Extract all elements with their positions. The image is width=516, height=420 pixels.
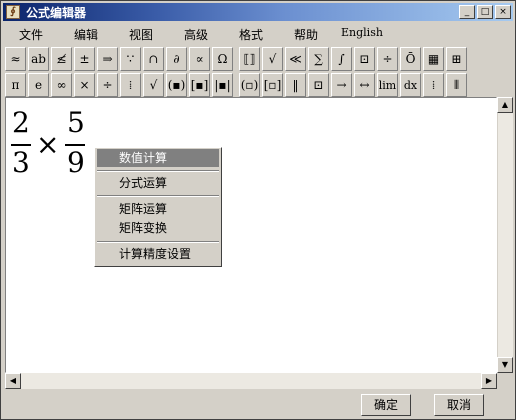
denominator-2: 9 [67, 146, 85, 179]
tool-integrals[interactable]: ∫ [331, 47, 352, 71]
tool-brackets-tall[interactable]: [▫] [262, 73, 283, 97]
tool-approx[interactable]: ≈ [5, 47, 26, 71]
window-title: 公式编辑器 [26, 5, 87, 20]
ctx-fraction-calc[interactable]: 分式运算 [97, 174, 219, 192]
tool-products[interactable]: Ō [400, 47, 421, 71]
scroll-down-button[interactable]: ▼ [497, 357, 513, 373]
vertical-scrollbar[interactable]: ▲ ▼ [497, 97, 513, 373]
tool-infinity[interactable]: ∞ [51, 73, 72, 97]
tool-e[interactable]: e [28, 73, 49, 97]
ctx-matrix-calc[interactable]: 矩阵运算 [97, 200, 219, 218]
tool-radicals[interactable]: √ [262, 47, 283, 71]
scroll-up-button[interactable]: ▲ [497, 97, 513, 113]
ctx-separator [97, 241, 219, 243]
tool-divide[interactable]: ÷ [97, 73, 118, 97]
tool-column[interactable]: ⁞ [423, 73, 444, 97]
tool-abs[interactable]: |▪| [212, 73, 233, 97]
tool-fraction[interactable]: ⁞ [120, 73, 141, 97]
tool-relations[interactable]: ≰ [51, 47, 72, 71]
menu-edit[interactable]: 编辑 [74, 26, 98, 43]
denominator-1: 3 [12, 146, 30, 179]
ok-button[interactable]: 确定 [361, 394, 411, 416]
ctx-numeric-calc[interactable]: 数值计算 [97, 149, 219, 167]
title-bar[interactable]: ∮ 公式编辑器 _ □ × [3, 3, 513, 21]
tool-sums[interactable]: ∑ [308, 47, 329, 71]
tool-misc[interactable]: ∂ [166, 47, 187, 71]
tool-fences[interactable]: ⟦⟧ [239, 47, 260, 71]
tool-norm[interactable]: ‖ [285, 73, 306, 97]
tool-matrices[interactable]: ▦ [423, 47, 444, 71]
menu-bar: 文件 编辑 视图 高级 格式 帮助 English [3, 23, 513, 43]
tool-dx[interactable]: dx [400, 73, 421, 97]
menu-english[interactable]: English [341, 26, 383, 39]
numerator-2: 5 [67, 106, 85, 139]
times-operator: × [36, 128, 60, 161]
tool-parens[interactable]: (▪) [166, 73, 187, 97]
scroll-right-button[interactable]: ▶ [481, 373, 497, 389]
tool-arrows[interactable]: ⇒ [97, 47, 118, 71]
horizontal-scrollbar[interactable]: ◀ ▶ [5, 373, 497, 389]
tool-logic[interactable]: ∵ [120, 47, 141, 71]
tool-bars[interactable]: ⊡ [354, 47, 375, 71]
tool-arrows-labeled[interactable]: ÷ [377, 47, 398, 71]
minimize-button[interactable]: _ [459, 5, 475, 19]
tool-boxes[interactable]: ⊞ [446, 47, 467, 71]
cancel-button[interactable]: 取消 [434, 394, 484, 416]
tool-pi[interactable]: π [5, 73, 26, 97]
tool-right-arrow[interactable]: → [331, 73, 352, 97]
tool-box[interactable]: ⊡ [308, 73, 329, 97]
menu-format[interactable]: 格式 [239, 26, 263, 43]
scroll-left-button[interactable]: ◀ [5, 373, 21, 389]
menu-help[interactable]: 帮助 [294, 26, 318, 43]
app-icon: ∮ [6, 5, 20, 19]
tool-scripts[interactable]: ≪ [285, 47, 306, 71]
tool-operators[interactable]: ± [74, 47, 95, 71]
tool-times[interactable]: × [74, 73, 95, 97]
tool-spacing[interactable]: ab [28, 47, 49, 71]
tool-parens-tall[interactable]: (▫) [239, 73, 260, 97]
numerator-1: 2 [12, 106, 30, 139]
tool-limit[interactable]: lim [377, 73, 398, 97]
menu-file[interactable]: 文件 [19, 26, 43, 43]
ctx-matrix-transform[interactable]: 矩阵变换 [97, 219, 219, 237]
tool-greek-lower[interactable]: ∝ [189, 47, 210, 71]
equation-editor-area[interactable]: 2 3 × 5 9 [5, 97, 497, 373]
tool-sqrt[interactable]: √ [143, 73, 164, 97]
toolbar-templates: ≈ ab ≰ ± ⇒ ∵ ∩ ∂ ∝ Ω ⟦⟧ √ ≪ ∑ ∫ ⊡ ÷ Ō ▦ … [5, 47, 511, 71]
maximize-button[interactable]: □ [477, 5, 493, 19]
tool-greek-upper[interactable]: Ω [212, 47, 233, 71]
ctx-separator [97, 195, 219, 197]
context-menu: 数值计算 分式运算 矩阵运算 矩阵变换 计算精度设置 [94, 147, 222, 267]
tool-double-arrow[interactable]: ↔ [354, 73, 375, 97]
tool-vertical-bars[interactable]: ⦀ [446, 73, 467, 97]
tool-sets[interactable]: ∩ [143, 47, 164, 71]
close-button[interactable]: × [495, 5, 511, 19]
ctx-precision-settings[interactable]: 计算精度设置 [97, 245, 219, 263]
toolbar-symbols: π e ∞ × ÷ ⁞ √ (▪) [▪] |▪| (▫) [▫] ‖ ⊡ → … [5, 73, 511, 97]
tool-brackets[interactable]: [▪] [189, 73, 210, 97]
menu-view[interactable]: 视图 [129, 26, 153, 43]
ctx-separator [97, 170, 219, 172]
formula-editor-window: ∮ 公式编辑器 _ □ × 文件 编辑 视图 高级 格式 帮助 English … [0, 0, 516, 420]
menu-advanced[interactable]: 高级 [184, 26, 208, 43]
